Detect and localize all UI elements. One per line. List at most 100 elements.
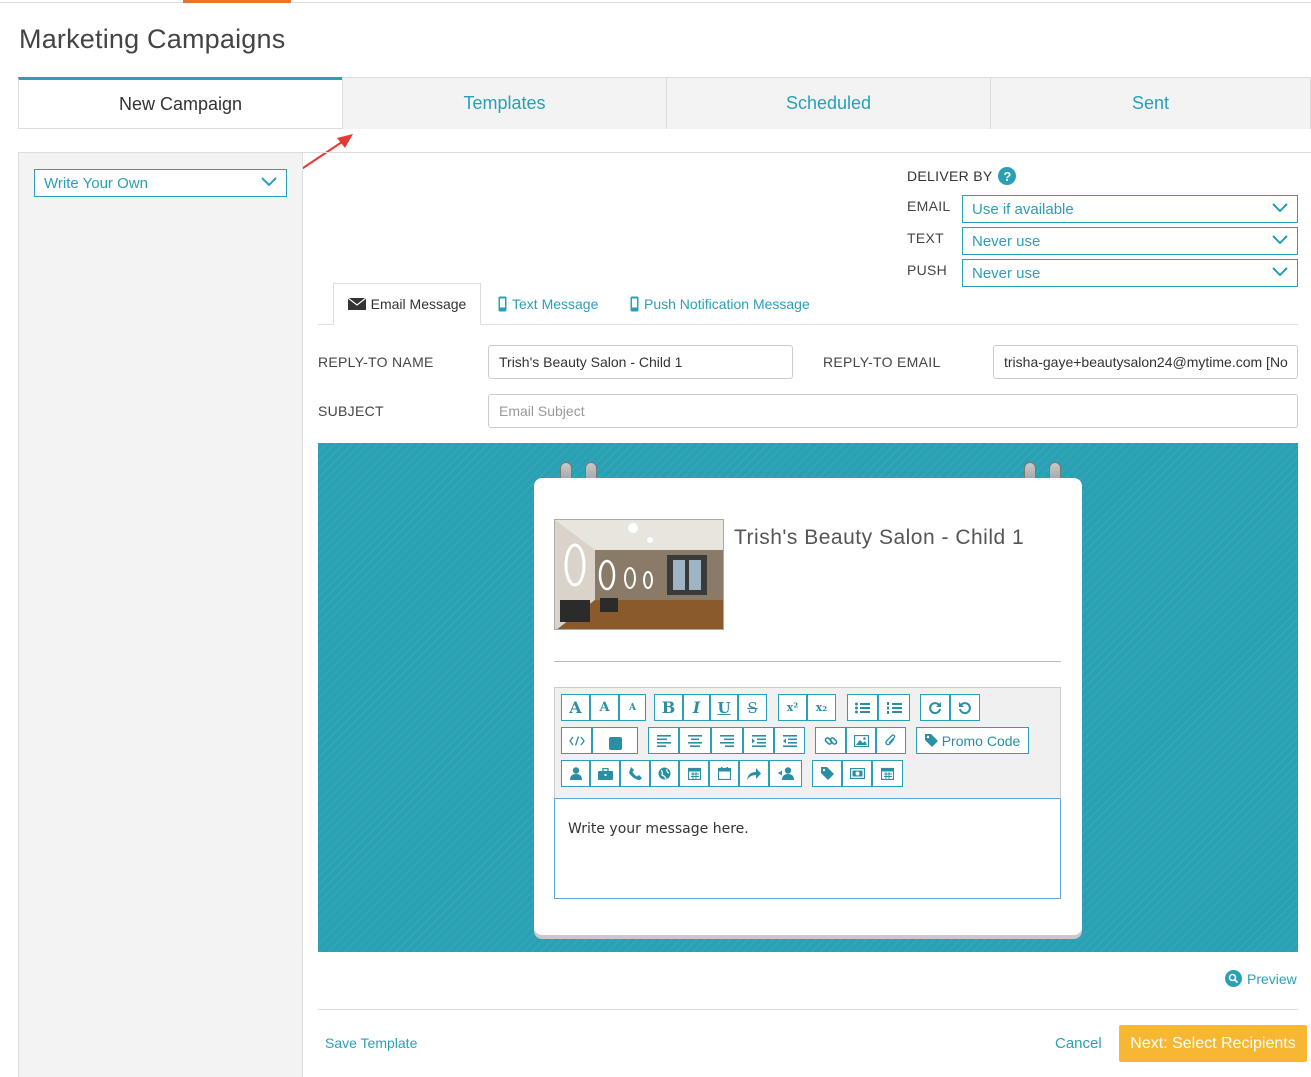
tag-icon [924,734,938,747]
business-name: Trish's Beauty Salon - Child 1 [734,526,1025,549]
subject-input[interactable]: Email Subject [488,394,1298,428]
insert-image-button[interactable] [846,727,876,754]
bullet-list-icon [855,702,870,713]
text-delivery-value: Never use [972,232,1041,250]
code-icon [568,735,585,746]
redo-button[interactable] [920,694,950,721]
reply-to-email-select[interactable]: trisha-gaye+beautysalon24@mytime.com [No [993,345,1298,379]
text-color-button[interactable] [592,727,638,754]
insert-booking-link-button[interactable] [739,760,769,787]
footer-divider [318,1009,1298,1010]
numbered-list-button[interactable] [878,694,910,721]
tab-text-message[interactable]: Text Message [498,283,598,325]
business-photo[interactable] [554,519,724,630]
sidebar [18,152,303,1077]
template-select-value: Write Your Own [44,174,148,192]
email-delivery-label: EMAIL [907,198,951,214]
chevron-down-icon [1272,235,1288,245]
insert-business-button[interactable] [590,760,620,787]
deliver-by-heading: DELIVER BY ? [907,167,1017,185]
insert-deal-button[interactable] [812,760,842,787]
tab-new-campaign[interactable]: New Campaign [18,77,342,129]
tab-email-message[interactable]: Email Message [333,283,481,325]
content-top-border [303,152,1311,153]
reply-to-name-label: REPLY-TO NAME [318,354,434,370]
tab-sent[interactable]: Sent [990,77,1311,129]
insert-staff-button[interactable] [769,760,802,787]
preview-link[interactable]: Preview [1225,970,1297,987]
align-right-icon [720,734,734,747]
mobile-phone-icon [498,296,507,312]
page-title: Marketing Campaigns [19,24,286,54]
tab-scheduled[interactable]: Scheduled [666,77,990,129]
user-arrow-icon [777,767,794,780]
insert-price-button[interactable] [842,760,872,787]
campaign-tabs: New Campaign Templates Scheduled Sent [18,77,1311,129]
user-icon [569,767,582,780]
insert-appointment-button[interactable] [709,760,739,787]
font-size-small-button[interactable]: A [619,694,646,721]
strikethrough-button[interactable]: S [738,694,767,721]
align-center-icon [688,734,702,747]
next-select-recipients-button[interactable]: Next: Select Recipients [1119,1025,1307,1062]
help-icon[interactable]: ? [998,167,1017,185]
font-size-medium-button[interactable]: A [590,694,619,721]
card-divider [554,661,1061,662]
align-left-button[interactable] [648,727,679,754]
insert-phone-button[interactable] [620,760,650,787]
briefcase-icon [597,767,613,780]
bold-button[interactable]: B [654,694,683,721]
tab-email-label: Email Message [370,296,467,312]
reply-to-email-label: REPLY-TO EMAIL [823,354,941,370]
italic-button[interactable]: I [683,694,710,721]
undo-button[interactable] [950,694,980,721]
font-size-large-button[interactable]: A [561,694,590,721]
push-delivery-value: Never use [972,264,1041,282]
save-template-link[interactable]: Save Template [325,1035,417,1051]
attachment-button[interactable] [876,727,906,754]
tab-templates[interactable]: Templates [342,77,666,129]
globe-icon [658,767,671,780]
mobile-phone-icon [630,296,639,312]
align-right-button[interactable] [711,727,743,754]
promo-code-button[interactable]: Promo Code [916,727,1029,754]
promo-code-label: Promo Code [941,732,1021,749]
active-nav-indicator [183,0,291,3]
search-icon [1225,970,1242,987]
link-icon [824,736,837,745]
bullet-list-button[interactable] [847,694,878,721]
outdent-button[interactable] [774,727,805,754]
calendar-icon [881,767,894,780]
insert-website-button[interactable] [650,760,679,787]
template-select[interactable]: Write Your Own [34,169,287,197]
text-delivery-select[interactable]: Never use [962,227,1298,255]
message-body-input[interactable]: Write your message here. [554,798,1061,899]
source-code-button[interactable] [561,727,592,754]
superscript-button[interactable]: x² [778,694,807,721]
phone-icon [628,767,642,780]
redo-icon [929,701,941,714]
reply-to-name-input[interactable]: Trish's Beauty Salon - Child 1 [488,345,793,379]
email-delivery-select[interactable]: Use if available [962,195,1298,223]
tab-text-label: Text Message [512,296,599,312]
salon-interior-image [555,520,723,629]
indent-button[interactable] [743,727,774,754]
insert-date-button[interactable] [679,760,709,787]
tab-push-message[interactable]: Push Notification Message [630,283,810,325]
envelope-icon [347,298,366,310]
link-button[interactable] [815,727,846,754]
cancel-link[interactable]: Cancel [1055,1035,1102,1052]
insert-schedule-button[interactable] [872,760,903,787]
money-icon [849,768,865,779]
share-arrow-icon [747,767,761,780]
underline-button[interactable]: U [710,694,738,721]
calendar-blank-icon [717,767,731,780]
deliver-by-label: DELIVER BY [907,168,993,184]
image-icon [853,734,869,747]
undo-icon [959,701,971,714]
tab-push-label: Push Notification Message [644,296,810,312]
align-center-button[interactable] [679,727,711,754]
subscript-button[interactable]: x₂ [807,694,836,721]
insert-customer-name-button[interactable] [561,760,590,787]
chevron-down-icon [1272,267,1288,277]
